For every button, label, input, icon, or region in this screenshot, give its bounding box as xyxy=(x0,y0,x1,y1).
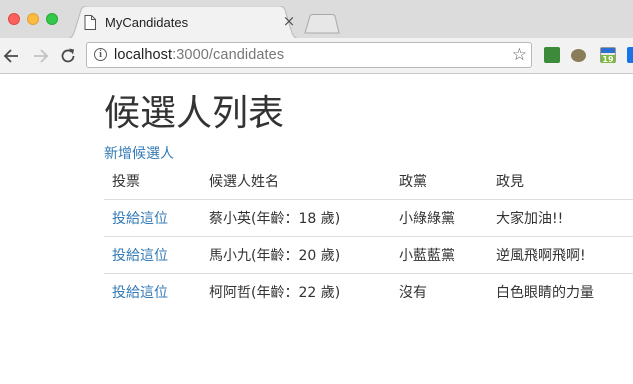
candidate-name: 蔡小英(年齡：18 歲) xyxy=(201,199,391,237)
new-candidate-link[interactable]: 新增候選人 xyxy=(104,145,174,163)
info-icon[interactable]: i xyxy=(94,48,107,61)
candidate-policy: 大家加油!! xyxy=(488,199,633,237)
candidate-party: 小綠綠黨 xyxy=(391,199,488,237)
header-vote: 投票 xyxy=(104,163,201,200)
candidate-policy: 白色眼睛的力量 xyxy=(496,284,594,301)
table-row: 投給這位 柯阿哲(年齡：22 歲) 沒有 白色眼睛的力量 xyxy=(104,273,633,310)
back-icon[interactable] xyxy=(2,46,22,66)
address-bar[interactable]: i localhost:3000/candidates ☆ xyxy=(86,42,532,68)
address-host: localhost xyxy=(114,47,173,63)
bookmark-star-icon[interactable]: ☆ xyxy=(512,46,527,64)
table-row: 投給這位 馬小九(年齡：20 歲) 小藍藍黨 逆風飛啊飛啊! xyxy=(104,236,633,274)
address-path: :3000/candidates xyxy=(172,47,285,63)
page-title: 候選人列表 xyxy=(104,93,285,134)
header-name: 候選人姓名 xyxy=(201,163,391,200)
candidate-name: 馬小九(年齡：20 歲) xyxy=(201,236,391,274)
reload-icon[interactable] xyxy=(58,46,78,66)
extension-icon[interactable] xyxy=(627,47,633,63)
candidate-party: 小藍藍黨 xyxy=(391,236,488,274)
minimize-window-button[interactable] xyxy=(27,13,39,25)
vote-link[interactable]: 投給這位 xyxy=(112,211,168,227)
extension-icon[interactable] xyxy=(571,49,586,62)
vote-link[interactable]: 投給這位 xyxy=(112,248,168,264)
browser-tab[interactable]: MyCandidates × xyxy=(64,6,302,39)
browser-tab-bar: MyCandidates × xyxy=(0,0,633,39)
candidate-policy: 逆風飛啊飛啊! xyxy=(488,236,633,274)
document-icon xyxy=(84,15,96,30)
calendar-icon[interactable]: 19 xyxy=(600,47,616,64)
browser-toolbar: i localhost:3000/candidates ☆ 19 xyxy=(0,38,633,74)
header-party: 政黨 xyxy=(391,163,488,200)
vote-link[interactable]: 投給這位 xyxy=(112,285,168,301)
table-header-row: 投票 候選人姓名 政黨 政見 xyxy=(104,163,633,200)
address-url[interactable]: localhost:3000/candidates xyxy=(114,47,284,63)
new-tab-button[interactable] xyxy=(304,14,340,34)
table-row: 投給這位 蔡小英(年齡：18 歲) 小綠綠黨 大家加油!! xyxy=(104,199,633,237)
tab-close-icon[interactable]: × xyxy=(282,14,296,29)
forward-icon[interactable] xyxy=(30,46,50,66)
header-policy: 政見 xyxy=(488,163,633,200)
evernote-icon[interactable] xyxy=(544,47,560,63)
tab-title: MyCandidates xyxy=(105,15,189,30)
close-window-button[interactable] xyxy=(8,13,20,25)
candidate-party: 沒有 xyxy=(399,284,427,301)
maximize-window-button[interactable] xyxy=(46,13,58,25)
candidates-table: 投票 候選人姓名 政黨 政見 投給這位 蔡小英(年齡：18 歲) 小綠綠黨 大家… xyxy=(104,163,633,310)
candidate-name: 柯阿哲(年齡：22 歲) xyxy=(209,284,341,301)
